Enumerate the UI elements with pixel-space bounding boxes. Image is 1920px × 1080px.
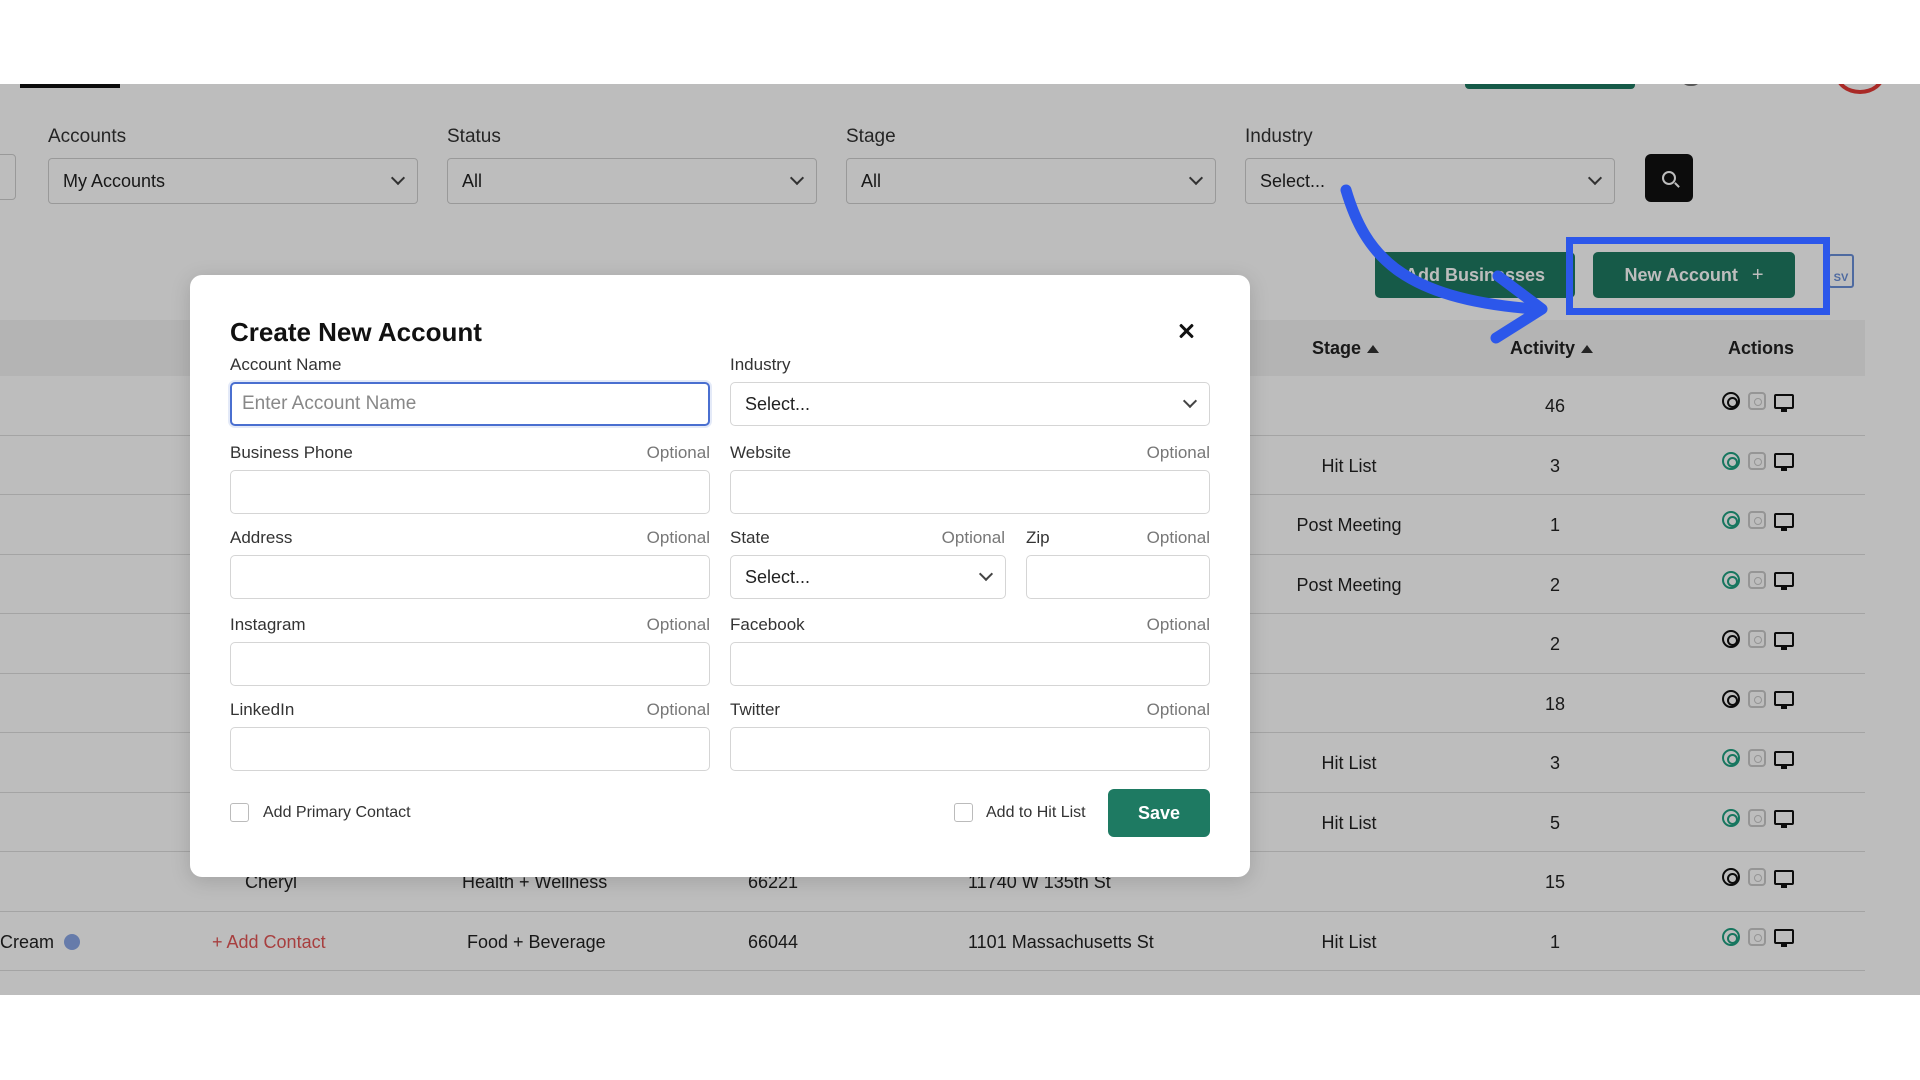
modal-title: Create New Account xyxy=(230,317,482,347)
instagram-label: Instagram xyxy=(230,615,306,634)
add-primary-contact-checkbox[interactable] xyxy=(230,803,249,822)
optional-label: Optional xyxy=(941,528,1005,547)
linkedin-label: LinkedIn xyxy=(230,700,295,719)
address-input[interactable] xyxy=(231,556,709,598)
chevron-down-icon xyxy=(978,566,994,582)
select-value: Select... xyxy=(745,566,811,587)
account-name-field[interactable] xyxy=(230,382,710,426)
account-name-input[interactable] xyxy=(232,384,708,424)
chevron-down-icon xyxy=(1182,393,1198,409)
business-phone-field[interactable] xyxy=(230,470,710,514)
optional-label: Optional xyxy=(1146,615,1210,634)
twitter-label: Twitter xyxy=(730,700,781,719)
twitter-field[interactable] xyxy=(730,727,1210,771)
optional-label: Optional xyxy=(646,700,710,719)
instagram-field[interactable] xyxy=(230,642,710,686)
linkedin-input[interactable] xyxy=(231,728,709,770)
optional-label: Optional xyxy=(646,615,710,634)
highlight-box xyxy=(1566,237,1830,315)
facebook-input[interactable] xyxy=(731,643,1209,685)
pointer-arrow-icon xyxy=(1340,184,1548,344)
facebook-field[interactable] xyxy=(730,642,1210,686)
optional-label: Optional xyxy=(646,528,710,547)
facebook-label: Facebook xyxy=(730,615,805,634)
linkedin-field[interactable] xyxy=(230,727,710,771)
twitter-input[interactable] xyxy=(731,728,1209,770)
business-phone-input[interactable] xyxy=(231,471,709,513)
website-field[interactable] xyxy=(730,470,1210,514)
state-select-field[interactable]: Select... xyxy=(730,555,1006,599)
industry-label: Industry xyxy=(730,355,791,374)
website-label: Website xyxy=(730,443,792,462)
save-label: Save xyxy=(1137,802,1181,823)
optional-label: Optional xyxy=(1146,528,1210,547)
optional-label: Optional xyxy=(646,443,710,462)
website-input[interactable] xyxy=(731,471,1209,513)
save-button[interactable]: Save xyxy=(1108,789,1210,837)
create-account-modal: Create New Account Account Name Industry… xyxy=(190,275,1250,877)
zip-field[interactable] xyxy=(1026,555,1210,599)
address-label: Address xyxy=(230,528,293,547)
industry-select-field[interactable]: Select... xyxy=(730,382,1210,426)
select-value: Select... xyxy=(745,393,811,414)
zip-input[interactable] xyxy=(1027,556,1209,598)
address-field[interactable] xyxy=(230,555,710,599)
add-primary-contact-label: Add Primary Contact xyxy=(263,804,411,821)
zip-label: Zip xyxy=(1026,528,1050,547)
close-icon[interactable] xyxy=(1175,321,1197,343)
optional-label: Optional xyxy=(1146,443,1210,462)
add-to-hit-list-checkbox[interactable] xyxy=(954,803,973,822)
optional-label: Optional xyxy=(1146,700,1210,719)
add-to-hit-list-label: Add to Hit List xyxy=(986,804,1086,821)
app-screen: Accounts My Accounts Status All Stage Al… xyxy=(0,84,1920,995)
state-label: State xyxy=(730,528,770,547)
business-phone-label: Business Phone xyxy=(230,443,353,462)
account-name-label: Account Name xyxy=(230,355,342,374)
instagram-input[interactable] xyxy=(231,643,709,685)
